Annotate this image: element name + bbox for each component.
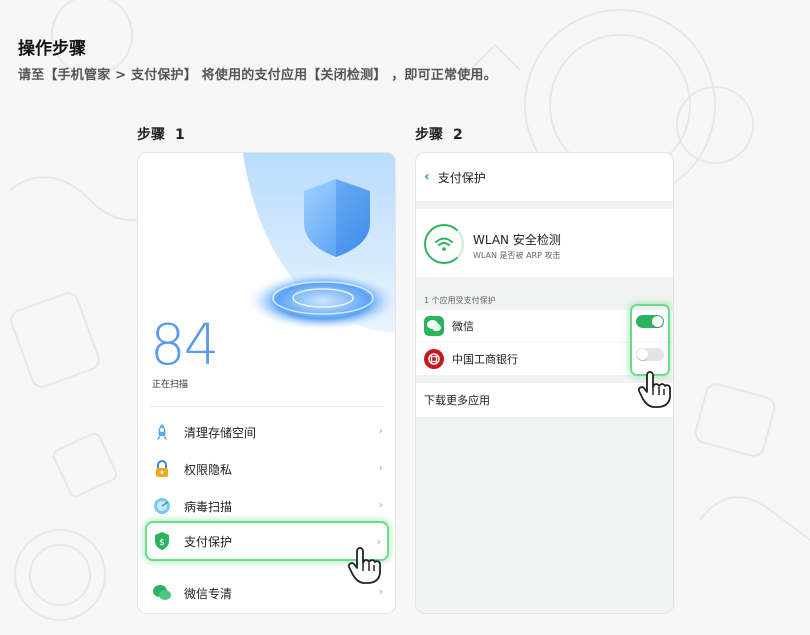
shield-dollar-icon: $ <box>152 531 172 551</box>
page-description: 请至【手机管家 > 支付保护】 将使用的支付应用【关闭检测】 ，即可正常使用。 <box>18 68 497 83</box>
wlan-security-check-card[interactable]: WLAN 安全检测 WLAN 是否被 ARP 攻击 <box>416 209 673 277</box>
payment-protection-header: ‹ 支付保护 <box>416 153 673 201</box>
chevron-right-icon: › <box>378 585 383 598</box>
chevron-right-icon: › <box>378 424 383 437</box>
step-2-label: 步骤 2 <box>415 124 463 144</box>
icbc-icon <box>424 349 444 369</box>
icbc-detection-toggle[interactable] <box>636 348 664 361</box>
menu-item-storage-cleanup[interactable]: 清理存储空间 › <box>150 415 389 449</box>
menu-item-label: 清理存储空间 <box>184 425 257 440</box>
header-title: 支付保护 <box>437 170 486 185</box>
menu-item-label: 病毒扫描 <box>184 499 233 514</box>
step-number: 1 <box>175 127 185 143</box>
background-decoration <box>0 0 810 635</box>
step-label-text: 步骤 <box>415 127 443 143</box>
wlan-check-subtitle: WLAN 是否被 ARP 攻击 <box>473 251 561 260</box>
toggle-knob <box>652 316 663 327</box>
security-score: 84 <box>150 313 219 378</box>
step-number: 2 <box>453 127 463 143</box>
wechat-icon <box>424 316 444 336</box>
chevron-right-icon: › <box>378 461 383 474</box>
app-name: 微信 <box>452 320 474 333</box>
divider <box>150 406 383 407</box>
chevron-right-icon: › <box>378 498 383 511</box>
phone-screen-step-2: ‹ 支付保护 WLAN 安全检测 WLAN 是否被 ARP 攻击 1 个应用受支… <box>415 152 674 614</box>
menu-item-label: 权限隐私 <box>184 462 233 477</box>
download-more-apps-row[interactable]: 下载更多应用 <box>416 383 673 417</box>
menu-item-label: 支付保护 <box>184 534 233 549</box>
wlan-check-title: WLAN 安全检测 <box>473 233 561 247</box>
download-more-label: 下载更多应用 <box>424 394 490 407</box>
app-name: 中国工商银行 <box>452 353 518 366</box>
menu-item-virus-scan[interactable]: 病毒扫描 › <box>150 489 389 523</box>
hand-pointer-icon <box>347 547 381 585</box>
svg-text:$: $ <box>159 538 165 548</box>
wechat-detection-toggle[interactable] <box>636 315 664 328</box>
menu-item-permission-privacy[interactable]: 权限隐私 › <box>150 452 389 486</box>
toggle-highlight <box>630 304 670 376</box>
page-title: 操作步骤 <box>18 39 86 59</box>
back-arrow-icon[interactable]: ‹ <box>424 169 430 185</box>
scan-icon <box>152 496 172 516</box>
rocket-icon <box>152 422 172 442</box>
wifi-icon <box>424 224 464 264</box>
menu-item-label: 微信专清 <box>184 586 233 601</box>
step-1-label: 步骤 1 <box>137 124 185 144</box>
hand-pointer-icon <box>637 371 671 409</box>
scan-status: 正在扫描 <box>152 380 189 390</box>
phone-screen-step-1: 84 正在扫描 清理存储空间 › 权限隐私 › 病毒扫描 › $ 支付保护 › … <box>137 152 396 614</box>
toggle-knob <box>637 349 648 360</box>
protected-apps-count: 1 个应用受支付保护 <box>424 296 496 305</box>
step-label-text: 步骤 <box>137 127 165 143</box>
lock-icon <box>152 459 172 479</box>
wechat-icon <box>152 583 172 603</box>
